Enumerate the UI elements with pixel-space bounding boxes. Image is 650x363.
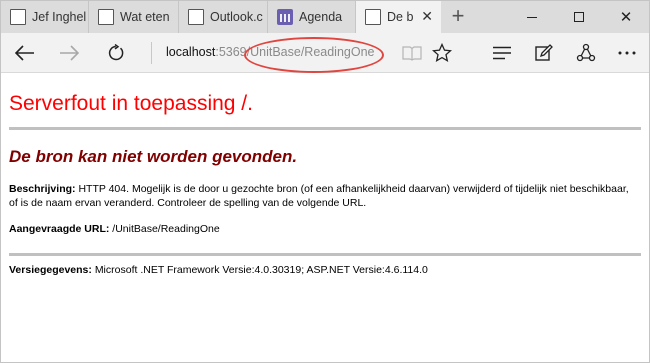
tab-strip: Jef Inghel Wat eten Outlook.c Agenda De …: [1, 1, 649, 33]
divider-rule: [9, 253, 641, 256]
divider-rule: [9, 127, 641, 130]
tab-label: Wat eten: [120, 10, 170, 24]
more-dots-icon: [618, 51, 636, 55]
toolbar-divider: [151, 42, 152, 64]
back-button[interactable]: [12, 40, 38, 66]
requested-url-paragraph: Aangevraagde URL: /UnitBase/ReadingOne: [9, 222, 629, 236]
requested-url-label: Aangevraagde URL:: [9, 223, 110, 235]
forward-button[interactable]: [56, 40, 82, 66]
tab-jef-inghel[interactable]: Jef Inghel: [1, 1, 89, 33]
web-note-icon: [535, 44, 553, 61]
tab-agenda[interactable]: Agenda: [268, 1, 356, 33]
tab-label: Agenda: [299, 10, 343, 24]
back-arrow-icon: [15, 45, 34, 61]
requested-url-value: /UnitBase/ReadingOne: [112, 223, 220, 235]
reading-view-button[interactable]: [399, 40, 425, 66]
version-text: Microsoft .NET Framework Versie:4.0.3031…: [94, 264, 428, 276]
description-text: HTTP 404. Mogelijk is de door u gezochte…: [9, 183, 629, 209]
new-tab-button[interactable]: +: [446, 5, 470, 29]
star-icon: [432, 43, 452, 63]
calendar-icon: [277, 9, 293, 25]
share-button[interactable]: [573, 40, 599, 66]
address-port: :5369: [215, 45, 247, 59]
error-subtitle: De bron kan niet worden gevonden.: [9, 147, 298, 166]
document-icon: [365, 9, 381, 25]
refresh-button[interactable]: [103, 40, 129, 66]
version-label: Versiegegevens:: [9, 264, 92, 276]
page-title: Serverfout in toepassing /.: [9, 92, 253, 115]
maximize-button[interactable]: [556, 1, 602, 33]
tab-label: Jef Inghel: [32, 10, 87, 24]
hub-icon: [493, 46, 511, 60]
address-host: localhost: [166, 45, 216, 59]
tab-label: De b: [387, 10, 414, 24]
description-paragraph: Beschrijving: HTTP 404. Mogelijk is de d…: [9, 182, 629, 210]
book-icon: [402, 46, 422, 61]
document-icon: [10, 9, 26, 25]
refresh-icon: [108, 44, 124, 61]
document-icon: [98, 9, 114, 25]
minimize-button[interactable]: [509, 1, 555, 33]
version-paragraph: Versiegegevens: Microsoft .NET Framework…: [9, 263, 629, 277]
tab-active-page[interactable]: De b ✕: [356, 1, 441, 33]
tab-outlook[interactable]: Outlook.c: [179, 1, 268, 33]
description-label: Beschrijving:: [9, 183, 76, 195]
tab-label: Outlook.c: [210, 10, 263, 24]
web-note-button[interactable]: [531, 40, 557, 66]
share-icon: [576, 43, 596, 62]
url-highlight-annotation: [244, 37, 384, 73]
hub-button[interactable]: [489, 40, 515, 66]
tab-wat-eten[interactable]: Wat eten: [89, 1, 179, 33]
favorite-button[interactable]: [429, 40, 455, 66]
more-button[interactable]: [614, 40, 640, 66]
close-tab-icon[interactable]: ✕: [421, 8, 433, 25]
forward-arrow-icon: [60, 45, 79, 61]
document-icon: [188, 9, 204, 25]
close-window-button[interactable]: ✕: [603, 1, 649, 33]
